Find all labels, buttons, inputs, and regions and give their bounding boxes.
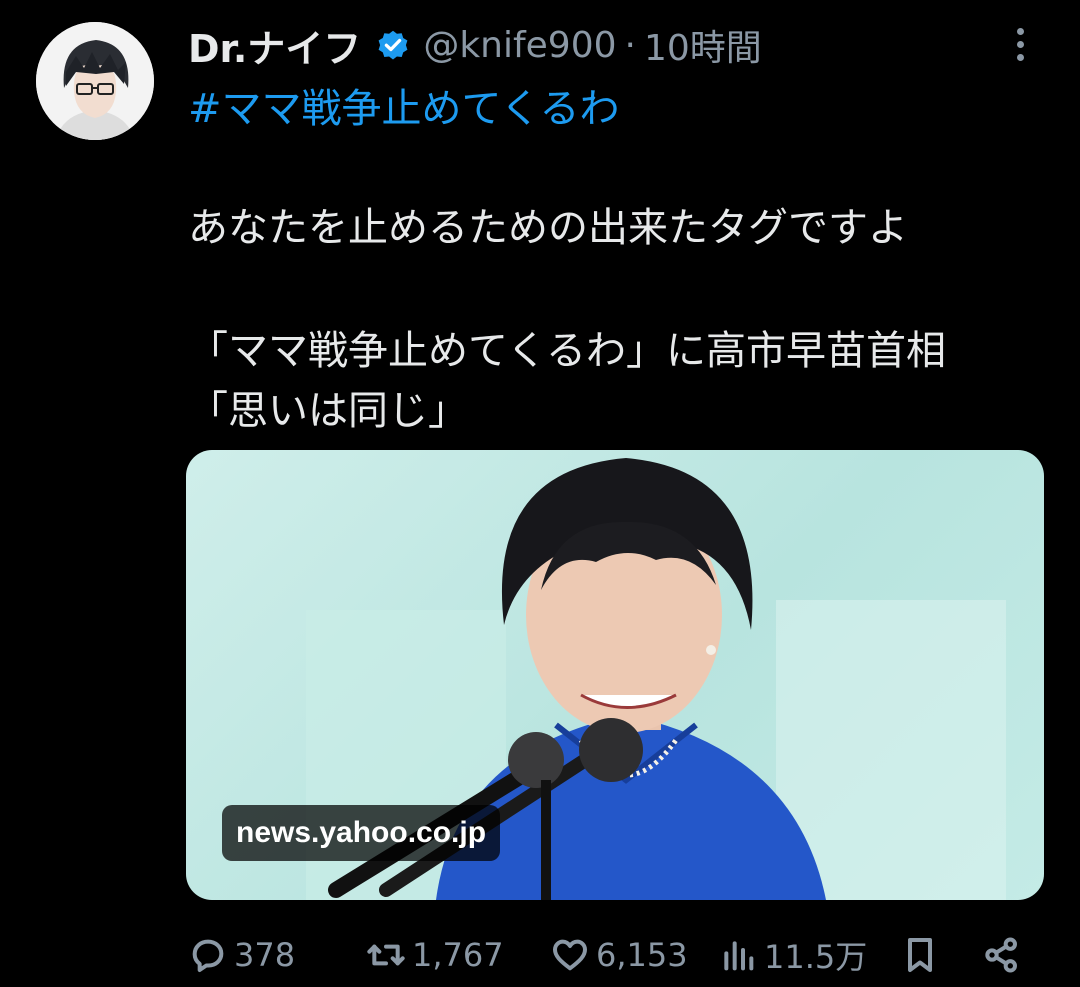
like-count: 6,153 bbox=[596, 936, 688, 974]
retweet-count: 1,767 bbox=[412, 936, 504, 974]
verified-badge-icon bbox=[378, 30, 408, 60]
tweet-text-line: あなたを止めるための出来たタグですよ bbox=[188, 205, 908, 251]
reply-icon bbox=[192, 939, 224, 972]
separator-dot: · bbox=[624, 24, 636, 66]
user-handle[interactable]: @knife900 bbox=[423, 25, 616, 66]
retweet-icon bbox=[367, 944, 405, 966]
views-chart-icon bbox=[724, 941, 754, 971]
tweet-text-line: 「ママ戦争止めてくるわ」に高市早苗首相 bbox=[188, 328, 946, 374]
tweet-header: Dr.ナイフ @knife900 · 10時間 bbox=[188, 18, 762, 73]
reply-count: 378 bbox=[234, 936, 296, 974]
display-name[interactable]: Dr.ナイフ bbox=[188, 18, 361, 73]
bookmark-button[interactable] bbox=[900, 925, 940, 985]
avatar[interactable] bbox=[36, 22, 154, 140]
avatar-image bbox=[36, 22, 154, 140]
heart-icon bbox=[553, 939, 587, 971]
bookmark-icon bbox=[908, 938, 932, 972]
views-button[interactable]: 11.5万 bbox=[718, 925, 867, 985]
more-vertical-icon[interactable] bbox=[1008, 28, 1032, 68]
post-time[interactable]: 10時間 bbox=[644, 19, 762, 71]
like-button[interactable]: 6,153 bbox=[550, 925, 688, 985]
reply-button[interactable]: 378 bbox=[188, 925, 295, 985]
retweet-button[interactable]: 1,767 bbox=[366, 925, 504, 985]
share-button[interactable] bbox=[982, 925, 1022, 985]
views-count: 11.5万 bbox=[764, 938, 868, 976]
tweet-text-line: 「思いは同じ」 bbox=[188, 388, 468, 434]
hashtag-link[interactable]: #ママ戦争止めてくるわ bbox=[188, 76, 620, 134]
action-bar: 378 1,767 6,153 11.5万 bbox=[188, 925, 1040, 985]
source-domain: news.yahoo.co.jp bbox=[222, 805, 501, 861]
link-preview-card[interactable]: news.yahoo.co.jp bbox=[186, 450, 1044, 900]
share-icon bbox=[985, 937, 1017, 973]
